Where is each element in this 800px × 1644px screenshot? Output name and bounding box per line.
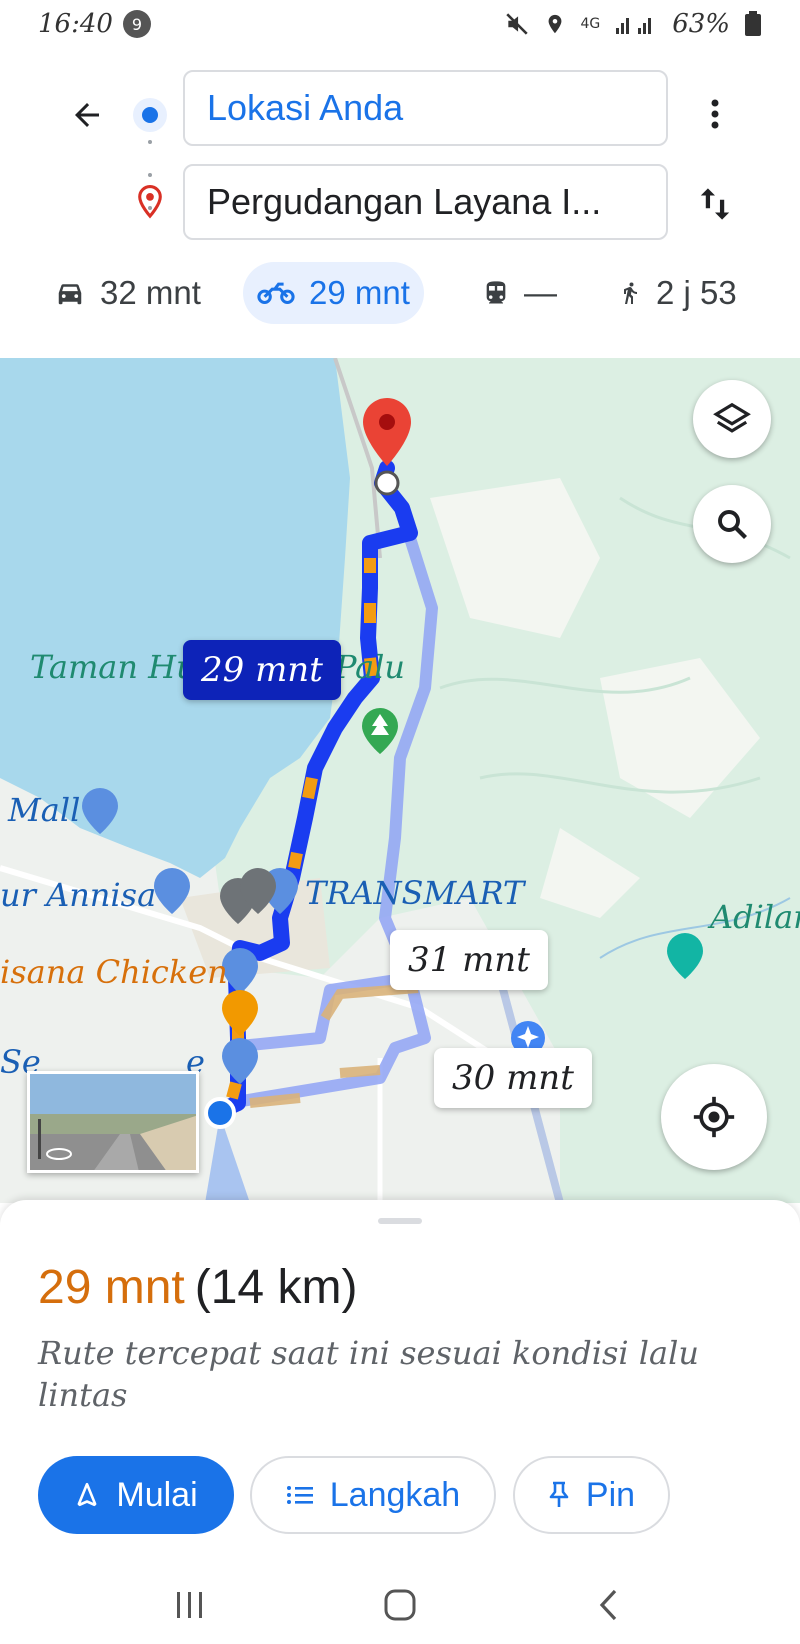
map-label-taman: Taman Hu	[30, 648, 197, 686]
mode-transit[interactable]: —	[468, 262, 571, 324]
system-nav-bar	[0, 1564, 800, 1644]
destination-pin-icon	[138, 185, 162, 219]
start-label: Mulai	[116, 1475, 198, 1514]
status-bar: 16:40 9 4G 63%	[0, 0, 800, 48]
back-nav-button[interactable]	[578, 1578, 638, 1632]
home-icon	[384, 1589, 416, 1621]
notification-badge: 9	[122, 10, 151, 38]
more-options-button[interactable]	[695, 86, 735, 142]
location-icon	[549, 14, 562, 34]
route-distance: (14 km)	[194, 1261, 358, 1314]
route-summary: 29 mnt (14 km)	[38, 1260, 357, 1315]
transit-icon	[486, 281, 506, 304]
recent-apps-button[interactable]	[160, 1578, 220, 1632]
signal-icon	[616, 18, 652, 34]
map-label-mall: Mall	[8, 791, 81, 829]
steps-label: Langkah	[329, 1475, 461, 1514]
search-icon	[718, 510, 747, 539]
my-location-icon	[693, 1096, 735, 1138]
map-label-palu: Palu	[335, 648, 406, 686]
battery-icon	[745, 11, 761, 36]
mode-walking[interactable]: 2 j 53	[604, 262, 751, 324]
travel-modes: 32 mnt 29 mnt — 2 j 53	[0, 262, 800, 326]
recents-icon	[177, 1592, 202, 1618]
layers-button[interactable]	[693, 380, 771, 458]
sheet-drag-handle[interactable]	[378, 1218, 422, 1224]
more-vert-icon	[711, 99, 719, 129]
home-button[interactable]	[370, 1578, 430, 1632]
battery-percent: 63%	[672, 9, 730, 39]
swap-button[interactable]	[690, 176, 740, 232]
mute-icon	[506, 13, 529, 35]
navigation-arrow-icon	[77, 1482, 97, 1507]
map-label-transmart: TRANSMART	[305, 874, 525, 912]
start-button[interactable]: Mulai	[38, 1456, 234, 1534]
pin-icon	[549, 1481, 569, 1507]
directions-header: Lokasi Anda Pergudangan Layana I... 32 m…	[0, 48, 800, 358]
network-type: 4G	[580, 16, 601, 32]
mode-motorcycle-label: 29 mnt	[309, 274, 410, 311]
status-time: 16:40	[38, 9, 113, 39]
map-label-chicken: isana Chicken	[0, 953, 228, 991]
origin-field[interactable]: Lokasi Anda	[183, 70, 668, 146]
route-chip-main[interactable]: 29 mnt	[183, 640, 341, 700]
motorcycle-icon	[257, 282, 295, 305]
list-icon	[286, 1486, 313, 1504]
map-label-annisa: ur Annisa	[0, 876, 157, 914]
destination-field[interactable]: Pergudangan Layana I...	[183, 164, 668, 240]
pin-button[interactable]: Pin	[513, 1456, 670, 1534]
back-chevron-icon	[599, 1589, 617, 1621]
route-description: Rute tercepat saat ini sesuai kondisi la…	[38, 1334, 699, 1414]
car-icon	[58, 284, 82, 305]
route-summary-sheet: 29 mnt (14 km) Rute tercepat saat ini ses…	[0, 1200, 800, 1564]
steps-button[interactable]: Langkah	[250, 1456, 496, 1534]
walk-icon	[624, 282, 637, 304]
back-button[interactable]	[62, 90, 112, 140]
mode-driving-label: 32 mnt	[100, 274, 201, 311]
search-along-route-button[interactable]	[693, 485, 771, 563]
mode-walking-label: 2 j 53	[656, 274, 737, 311]
my-location-button[interactable]	[661, 1064, 767, 1170]
origin-dot-icon	[133, 98, 167, 132]
street-view-thumbnail[interactable]	[27, 1071, 199, 1173]
pin-label: Pin	[585, 1475, 636, 1514]
route-actions: Mulai Langkah Pin	[0, 1456, 800, 1534]
rotate-360-icon	[46, 1148, 72, 1160]
map-view[interactable]: Taman Hu Palu Mall ur Annisa TRANSMART i…	[0, 358, 800, 1203]
route-chip-alt1[interactable]: 31 mnt	[390, 930, 548, 990]
mode-motorcycle[interactable]: 29 mnt	[243, 262, 424, 324]
back-arrow-icon	[75, 103, 99, 127]
swap-vert-icon	[700, 188, 730, 220]
mode-driving[interactable]: 32 mnt	[40, 262, 215, 324]
layers-icon	[713, 402, 751, 433]
route-chip-alt2[interactable]: 30 mnt	[434, 1048, 592, 1108]
route-time: 29 mnt	[38, 1261, 185, 1314]
map-label-adila: Adilar	[710, 898, 800, 936]
mode-transit-label: —	[524, 274, 557, 311]
